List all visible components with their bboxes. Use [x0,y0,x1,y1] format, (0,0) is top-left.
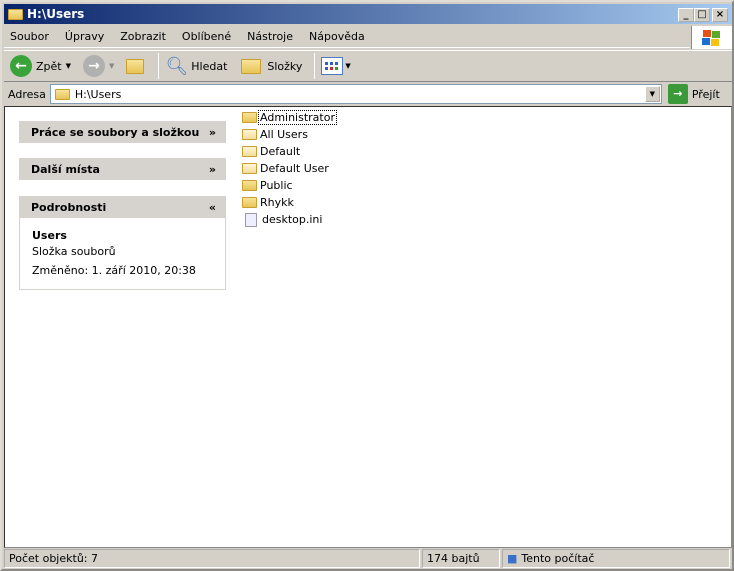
search-label: Hledat [191,59,228,73]
status-count: Počet objektů: 7 [4,549,420,568]
window-title: H:\Users [27,7,85,21]
file-item[interactable]: All Users [242,126,336,143]
back-dropdown-icon[interactable]: ▼ [66,62,71,70]
menu-view[interactable]: Zobrazit [120,30,166,43]
file-item[interactable]: Default User [242,160,336,177]
close-button[interactable]: × [712,8,728,22]
address-input[interactable]: H:\Users ▼ [49,84,662,104]
back-button[interactable]: ← Zpět ▼ [10,55,77,77]
status-zone-label: Tento počítač [521,552,595,565]
folder-icon [54,88,70,100]
views-dropdown-icon[interactable]: ▼ [345,62,350,70]
tasks-panel-title: Práce se soubory a složkou [31,125,200,139]
up-folder-icon [126,58,145,74]
up-folder-button[interactable] [126,58,146,74]
file-item[interactable]: desktop.ini [242,211,336,228]
folder-icon [242,129,257,140]
menu-file[interactable]: Soubor [10,30,49,43]
back-label: Zpět [36,59,62,73]
folder-icon [8,8,23,20]
status-zone: ■ Tento počítač [502,549,730,568]
folders-button[interactable]: Složky [241,58,303,74]
views-icon [321,57,344,75]
forward-dropdown-icon[interactable]: ▼ [109,62,114,70]
folder-icon [242,146,257,157]
folders-icon [241,58,262,74]
details-panel-header[interactable]: Podrobnosti « [19,196,226,218]
computer-icon: ■ [507,552,518,565]
details-modified: Změněno: 1. září 2010, 20:38 [32,264,196,277]
ini-file-icon [245,212,257,227]
chevron-down-icon[interactable]: » [209,126,216,139]
file-list: Administrator All Users Default Default … [242,109,337,228]
address-bar: Adresa H:\Users ▼ → Přejít [4,83,732,105]
folder-icon [242,112,257,123]
folder-icon [242,197,257,208]
menu-edit[interactable]: Úpravy [65,30,104,43]
address-dropdown-button[interactable]: ▼ [644,86,660,102]
folder-icon [242,163,257,174]
forward-arrow-icon: → [83,55,105,77]
address-value: H:\Users [74,87,122,101]
minimize-button[interactable]: _ [678,8,694,22]
file-item[interactable]: Administrator [242,109,337,126]
content-area: Práce se soubory a složkou » Další místa »… [4,106,732,548]
search-icon: 🔍︎ [165,55,189,77]
address-label: Adresa [8,87,46,101]
chevron-down-icon[interactable]: » [209,163,216,176]
toolbar: ← Zpět ▼ → ▼ 🔍︎ Hledat Složky ▼ [4,50,732,82]
status-size: 174 bajtů [422,549,500,568]
places-panel-title: Další místa [31,162,100,176]
file-item[interactable]: Public [242,177,336,194]
tasks-panel-header[interactable]: Práce se soubory a složkou » [19,121,226,143]
title-bar[interactable]: H:\Users _ □ × [4,4,732,24]
go-arrow-icon: → [667,84,688,104]
file-name: All Users [260,128,308,141]
go-button[interactable]: → Přejít [667,84,720,104]
toolbar-separator [314,53,316,79]
details-panel-title: Podrobnosti [31,200,107,214]
file-name: Default [260,145,301,158]
views-button[interactable]: ▼ [321,57,356,75]
details-name: Users [32,229,67,242]
file-item[interactable]: Rhykk [242,194,336,211]
file-name: Rhykk [260,196,294,209]
file-item[interactable]: Default [242,143,336,160]
folder-icon [242,180,257,191]
explorer-window: H:\Users _ □ × Soubor Úpravy Zobrazit Ob… [0,0,734,571]
forward-button[interactable]: → ▼ [83,55,120,77]
details-type: Složka souborů [32,245,116,258]
tasks-panel: Práce se soubory a složkou » [19,121,226,143]
places-panel-header[interactable]: Další místa » [19,158,226,180]
chevron-up-icon[interactable]: « [209,201,216,214]
status-bar: Počet objektů: 7 174 bajtů ■ Tento počíta… [4,549,732,570]
menu-favorites[interactable]: Oblíbené [182,30,231,43]
file-name: desktop.ini [262,213,323,226]
windows-logo-icon [691,26,732,49]
back-arrow-icon: ← [10,55,32,77]
folders-label: Složky [267,59,303,73]
menu-help[interactable]: Nápověda [309,30,365,43]
file-name: Default User [260,162,329,175]
search-button[interactable]: 🔍︎ Hledat [165,56,227,77]
go-label: Přejít [691,87,720,101]
maximize-button[interactable]: □ [694,8,710,22]
file-name: Public [260,179,293,192]
menu-tools[interactable]: Nástroje [247,30,293,43]
toolbar-separator [158,53,160,79]
places-panel: Další místa » [19,158,226,180]
details-panel: Podrobnosti « Users Složka souborů Změněn… [19,196,226,290]
menu-bar: Soubor Úpravy Zobrazit Oblíbené Nástroje… [4,26,690,48]
file-name: Administrator [258,110,337,125]
